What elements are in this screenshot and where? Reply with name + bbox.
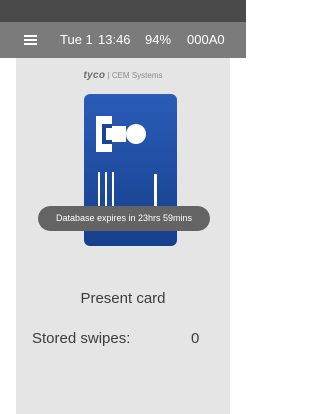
main-panel: tyco | CEM Systems Database expires in 2… <box>16 58 230 414</box>
toast-message: Database expires in 23hrs 59mins <box>38 206 210 231</box>
stored-swipes-value: 0 <box>191 330 200 347</box>
hamburger-menu-icon[interactable] <box>24 35 37 45</box>
brand-subtitle: CEM Systems <box>111 71 163 80</box>
app-header: Tue 1 13:46 94% 000A0 <box>0 22 246 58</box>
brand-divider: | <box>107 71 110 80</box>
stored-swipes-label: Stored swipes: <box>32 330 131 347</box>
brand-name: tyco <box>83 70 106 81</box>
screen: Tue 1 13:46 94% 000A0 tyco | CEM Systems <box>0 0 246 414</box>
present-card-prompt: Present card <box>80 290 166 307</box>
brand-logo: tyco | CEM Systems <box>16 70 230 81</box>
header-date: Tue 1 <box>60 32 93 47</box>
status-bar <box>0 0 246 22</box>
header-battery: 94% <box>145 32 172 47</box>
header-device-id: 000A0 <box>187 32 225 47</box>
header-time: 13:46 <box>98 32 131 47</box>
